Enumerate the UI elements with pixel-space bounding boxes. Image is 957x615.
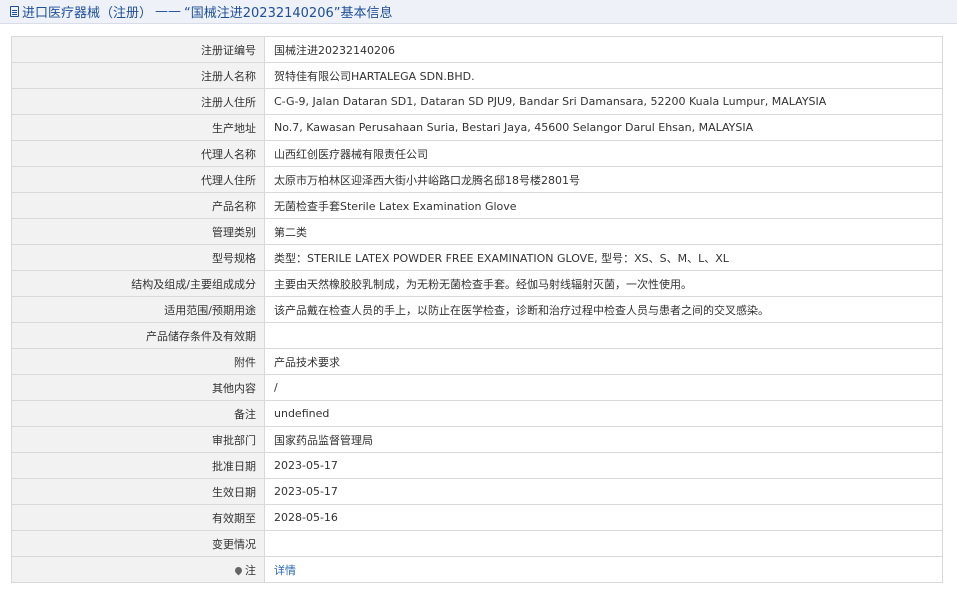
row-value: 贺特佳有限公司HARTALEGA SDN.BHD.: [264, 62, 943, 89]
table-row: 注册人住所 C-G-9, Jalan Dataran SD1, Dataran S…: [11, 88, 943, 115]
row-label: 型号规格: [11, 244, 265, 271]
row-value: 2023-05-17: [264, 478, 943, 505]
row-label: 产品名称: [11, 192, 265, 219]
note-value-cell: 详情: [264, 556, 943, 583]
row-label: 审批部门: [11, 426, 265, 453]
row-label: 变更情况: [11, 530, 265, 557]
note-label-cell: 注: [11, 556, 265, 583]
row-label: 生效日期: [11, 478, 265, 505]
row-value: 国家药品监督管理局: [264, 426, 943, 453]
row-label: 附件: [11, 348, 265, 375]
row-label: 适用范围/预期用途: [11, 296, 265, 323]
table-row: 代理人名称 山西红创医疗器械有限责任公司: [11, 140, 943, 167]
table-row: 注册证编号 国械注进20232140206: [11, 36, 943, 63]
row-value: 类型：STERILE LATEX POWDER FREE EXAMINATION…: [264, 244, 943, 271]
table-row: 产品名称 无菌检查手套Sterile Latex Examination Glov…: [11, 192, 943, 219]
info-table-body: 注册证编号 国械注进20232140206 注册人名称 贺特佳有限公司HARTALEG…: [11, 36, 943, 583]
header-title-prefix: 进口医疗器械（注册）: [22, 6, 153, 21]
row-label: 批准日期: [11, 452, 265, 479]
header-title-main: “国械注进20232140206”基本信息: [184, 6, 393, 21]
row-value: 无菌检查手套Sterile Latex Examination Glove: [264, 192, 943, 219]
row-value: 产品技术要求: [264, 348, 943, 375]
row-label: 结构及组成/主要组成成分: [11, 270, 265, 297]
row-label: 生产地址: [11, 114, 265, 141]
row-value: 第二类: [264, 218, 943, 245]
row-label: 有效期至: [11, 504, 265, 531]
row-label: 管理类别: [11, 218, 265, 245]
table-row: 附件 产品技术要求: [11, 348, 943, 375]
table-row: 备注 undefined: [11, 400, 943, 427]
row-label: 代理人名称: [11, 140, 265, 167]
row-value: 国械注进20232140206: [264, 36, 943, 63]
pin-icon: [233, 565, 244, 575]
row-label: 注册人名称: [11, 62, 265, 89]
table-row: 有效期至 2028-05-16: [11, 504, 943, 531]
document-icon: [10, 6, 19, 17]
row-value: 2028-05-16: [264, 504, 943, 531]
row-value: [264, 530, 943, 557]
row-label: 注册人住所: [11, 88, 265, 115]
info-table: 注册证编号 国械注进20232140206 注册人名称 贺特佳有限公司HARTALEG…: [11, 36, 943, 583]
page: 进口医疗器械（注册） —— “国械注进20232140206”基本信息 注册证编…: [0, 0, 957, 615]
row-value: 太原市万柏林区迎泽西大街小井峪路口龙腾名邸18号楼2801号: [264, 166, 943, 193]
table-row: 适用范围/预期用途 该产品戴在检查人员的手上，以防止在医学检查，诊断和治疗过程中检…: [11, 296, 943, 323]
row-value: 山西红创医疗器械有限责任公司: [264, 140, 943, 167]
table-row: 注册人名称 贺特佳有限公司HARTALEGA SDN.BHD.: [11, 62, 943, 89]
row-label: 其他内容: [11, 374, 265, 401]
table-row: 其他内容 /: [11, 374, 943, 401]
table-row: 结构及组成/主要组成成分 主要由天然橡胶胶乳制成，为无粉无菌检查手套。经伽马射线辐…: [11, 270, 943, 297]
table-row: 变更情况: [11, 530, 943, 557]
table-row: 批准日期 2023-05-17: [11, 452, 943, 479]
row-value: [264, 322, 943, 349]
row-label: 备注: [11, 400, 265, 427]
row-value: C-G-9, Jalan Dataran SD1, Dataran SD PJU…: [264, 88, 943, 115]
table-row: 生产地址 No.7, Kawasan Perusahaan Suria, Best…: [11, 114, 943, 141]
table-row: 型号规格 类型：STERILE LATEX POWDER FREE EXAMINA…: [11, 244, 943, 271]
page-header: 进口医疗器械（注册） —— “国械注进20232140206”基本信息: [0, 0, 957, 24]
row-value: 主要由天然橡胶胶乳制成，为无粉无菌检查手套。经伽马射线辐射灭菌，一次性使用。: [264, 270, 943, 297]
row-value: No.7, Kawasan Perusahaan Suria, Bestari …: [264, 114, 943, 141]
note-row: 注 详情: [11, 556, 943, 583]
table-row: 生效日期 2023-05-17: [11, 478, 943, 505]
row-value: /: [264, 374, 943, 401]
table-row: 管理类别 第二类: [11, 218, 943, 245]
note-label: 注: [245, 563, 256, 577]
table-row: 代理人住所 太原市万柏林区迎泽西大街小井峪路口龙腾名邸18号楼2801号: [11, 166, 943, 193]
row-value: 该产品戴在检查人员的手上，以防止在医学检查，诊断和治疗过程中检查人员与患者之间的…: [264, 296, 943, 323]
row-value: 2023-05-17: [264, 452, 943, 479]
row-value: undefined: [264, 400, 943, 427]
table-row: 产品储存条件及有效期: [11, 322, 943, 349]
row-label: 产品储存条件及有效期: [11, 322, 265, 349]
row-label: 注册证编号: [11, 36, 265, 63]
details-link[interactable]: 详情: [274, 564, 296, 577]
row-label: 代理人住所: [11, 166, 265, 193]
header-separator: ——: [155, 4, 182, 19]
table-row: 审批部门 国家药品监督管理局: [11, 426, 943, 453]
